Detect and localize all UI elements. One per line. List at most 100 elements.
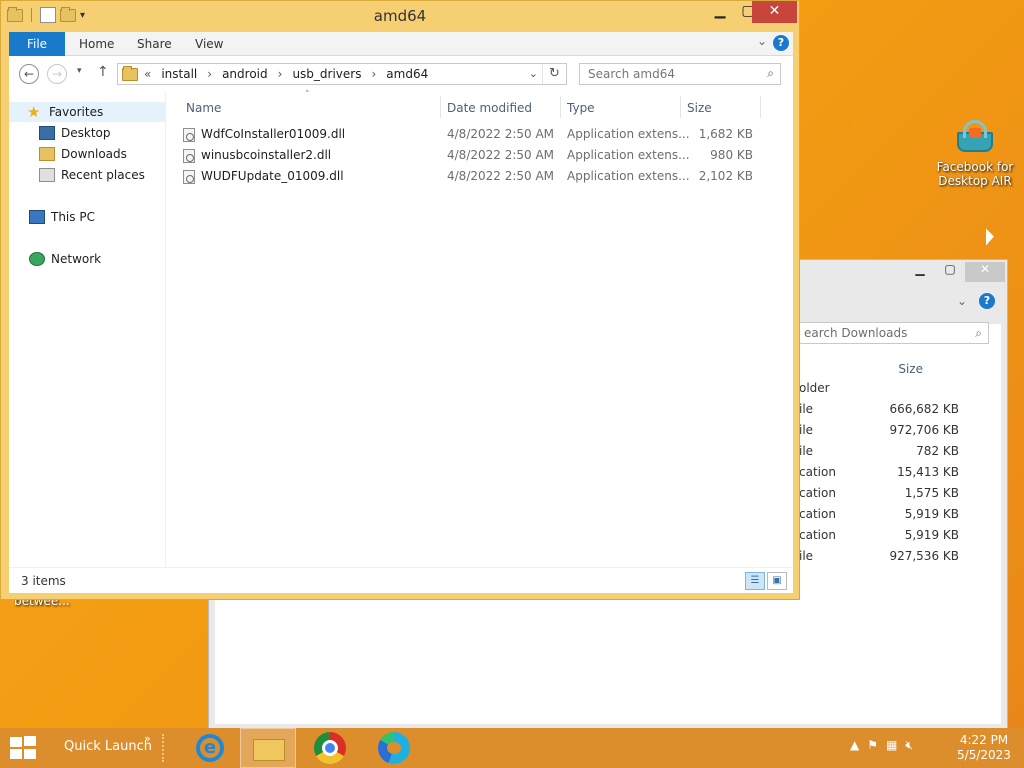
file-explorer-icon	[253, 739, 285, 761]
nav-label: Downloads	[61, 147, 127, 161]
table-row[interactable]: WUDFUpdate_01009.dll 4/8/2022 2:50 AM Ap…	[179, 166, 783, 187]
tab-home[interactable]: Home	[67, 32, 126, 56]
breadcrumb-separator-icon[interactable]: ›	[371, 67, 376, 81]
show-hidden-icons-icon[interactable]: ▲	[850, 738, 859, 753]
breadcrumb-separator-icon[interactable]: ›	[207, 67, 212, 81]
dll-file-icon	[183, 148, 195, 163]
file-date: 4/8/2022 2:50 AM	[447, 127, 555, 141]
desktop-icon-label-1: Facebook for	[936, 160, 1014, 174]
list-item[interactable]: ile 666,682 KB	[799, 399, 975, 420]
file-list: ˄ Name Date modified Type Size WdfCoInst…	[179, 90, 793, 567]
column-divider[interactable]	[760, 96, 761, 118]
clock[interactable]: 4:22 PM 5/5/2023	[954, 733, 1014, 763]
nav-label: Recent places	[61, 168, 145, 182]
chrome-icon	[314, 732, 346, 764]
breadcrumb-item-amd64[interactable]: amd64	[386, 67, 428, 81]
desktop-icon-facebook-air[interactable]: Facebook for Desktop AIR	[934, 118, 1016, 188]
list-item[interactable]: older	[799, 378, 975, 399]
ribbon-tabs: File Home Share View ⌄ ?	[9, 32, 793, 56]
quick-launch-label[interactable]: Quick Launch	[64, 739, 152, 754]
file-date: 4/8/2022 2:50 AM	[447, 148, 555, 162]
nav-item-network[interactable]: Network	[29, 249, 101, 269]
recent-places-icon	[39, 168, 55, 182]
recent-locations-icon[interactable]: ▾	[77, 66, 82, 76]
address-dropdown-icon[interactable]: ⌄	[529, 67, 538, 80]
column-header-size[interactable]: Size	[687, 96, 712, 120]
taskbar: Quick Launch » e ▲ ⚑ ▦ 🔇︎ 4:22 PM 5/5/20…	[0, 728, 1024, 768]
file-name: WdfCoInstaller01009.dll	[201, 127, 346, 141]
close-button[interactable]: ✕	[752, 1, 797, 23]
breadcrumb-separator-icon[interactable]: ›	[278, 67, 283, 81]
expand-ribbon-icon[interactable]: ⌄	[757, 34, 767, 48]
nav-item-desktop[interactable]: Desktop	[39, 123, 111, 143]
help-icon[interactable]: ?	[979, 293, 995, 309]
details-view-icon[interactable]: ☰	[745, 572, 765, 590]
nav-item-favorites[interactable]: ★ Favorites	[9, 102, 166, 122]
maximize-button[interactable]: ▢	[935, 262, 965, 282]
list-item[interactable]: ile 972,706 KB	[799, 420, 975, 441]
breadcrumb-item-install[interactable]: install	[161, 67, 197, 81]
minimize-button[interactable]: ▁	[905, 262, 935, 282]
refresh-button[interactable]: ↻	[542, 64, 566, 84]
search-placeholder: Search amd64	[588, 67, 675, 81]
column-header-type[interactable]: Type	[567, 96, 595, 120]
up-button[interactable]: ↑	[97, 64, 109, 80]
tab-share[interactable]: Share	[125, 32, 184, 56]
column-divider[interactable]	[680, 96, 681, 118]
dll-file-icon	[183, 169, 195, 184]
file-size: 1,682 KB	[698, 127, 753, 141]
tab-view[interactable]: View	[183, 32, 235, 56]
search-icon: ⌕	[767, 66, 774, 80]
downloads-search-input[interactable]: earch Downloads ⌕	[799, 322, 989, 344]
ribbon-expand-icon[interactable]: ⌄	[957, 294, 967, 308]
table-row[interactable]: WdfCoInstaller01009.dll 4/8/2022 2:50 AM…	[179, 124, 783, 145]
column-header-date-modified[interactable]: Date modified	[447, 96, 532, 120]
file-type: Application extens...	[567, 148, 690, 162]
forward-button[interactable]: →	[47, 64, 67, 84]
action-center-flag-icon[interactable]: ⚑	[867, 738, 878, 753]
breadcrumb-item-android[interactable]: android	[222, 67, 268, 81]
taskbar-internet-explorer[interactable]: e	[180, 728, 236, 768]
clock-date: 5/5/2023	[957, 748, 1011, 762]
list-item[interactable]: cation 5,919 KB	[799, 504, 975, 525]
list-item[interactable]: cation 5,919 KB	[799, 525, 975, 546]
close-button[interactable]: ✕	[965, 262, 1005, 282]
nav-label: Favorites	[49, 105, 104, 119]
address-bar[interactable]: « install › android › usb_drivers › amd6…	[117, 63, 567, 85]
toolbar-grip[interactable]	[162, 734, 168, 762]
column-header-name[interactable]: Name	[186, 96, 221, 120]
computer-icon	[29, 210, 45, 224]
nav-item-this-pc[interactable]: This PC	[29, 207, 95, 227]
tab-file[interactable]: File	[9, 32, 65, 56]
overflow-chevron-icon[interactable]: «	[144, 67, 151, 81]
network-status-icon[interactable]: ▦	[886, 738, 897, 753]
quick-launch-expand-icon[interactable]: »	[144, 732, 151, 745]
breadcrumb-item-usb-drivers[interactable]: usb_drivers	[292, 67, 361, 81]
back-button[interactable]: ←	[19, 64, 39, 84]
nav-item-downloads[interactable]: Downloads	[39, 144, 127, 164]
titlebar: ▾ amd64 ▁ ▢ ✕	[1, 1, 799, 31]
file-type: Application extens...	[567, 127, 690, 141]
list-item[interactable]: ile 782 KB	[799, 441, 975, 462]
minimize-button[interactable]: ▁	[707, 1, 733, 23]
taskbar-file-explorer[interactable]	[240, 728, 296, 768]
start-button[interactable]	[10, 736, 38, 760]
file-date: 4/8/2022 2:50 AM	[447, 169, 555, 183]
list-item[interactable]: cation 1,575 KB	[799, 483, 975, 504]
explorer-window-amd64[interactable]: ▾ amd64 ▁ ▢ ✕ File Home Share View ⌄ ? ←…	[0, 0, 800, 600]
volume-muted-icon[interactable]: 🔇︎	[905, 738, 913, 753]
large-icons-view-icon[interactable]: ▣	[767, 572, 787, 590]
list-item[interactable]: cation 15,413 KB	[799, 462, 975, 483]
column-divider[interactable]	[560, 96, 561, 118]
taskbar-edge[interactable]	[366, 728, 422, 768]
folder-icon	[122, 66, 138, 81]
help-icon[interactable]: ?	[773, 35, 789, 51]
column-divider[interactable]	[440, 96, 441, 118]
list-item[interactable]: ile 927,536 KB	[799, 546, 975, 567]
search-input[interactable]: Search amd64 ⌕	[579, 63, 781, 85]
table-row[interactable]: winusbcoinstaller2.dll 4/8/2022 2:50 AM …	[179, 145, 783, 166]
downloads-file-list: Size older ile 666,682 KB ile 972,706 KB i…	[799, 352, 975, 567]
nav-item-recent-places[interactable]: Recent places	[39, 165, 145, 185]
taskbar-chrome[interactable]	[302, 728, 358, 768]
breadcrumb: « install › android › usb_drivers › amd6…	[144, 67, 428, 81]
